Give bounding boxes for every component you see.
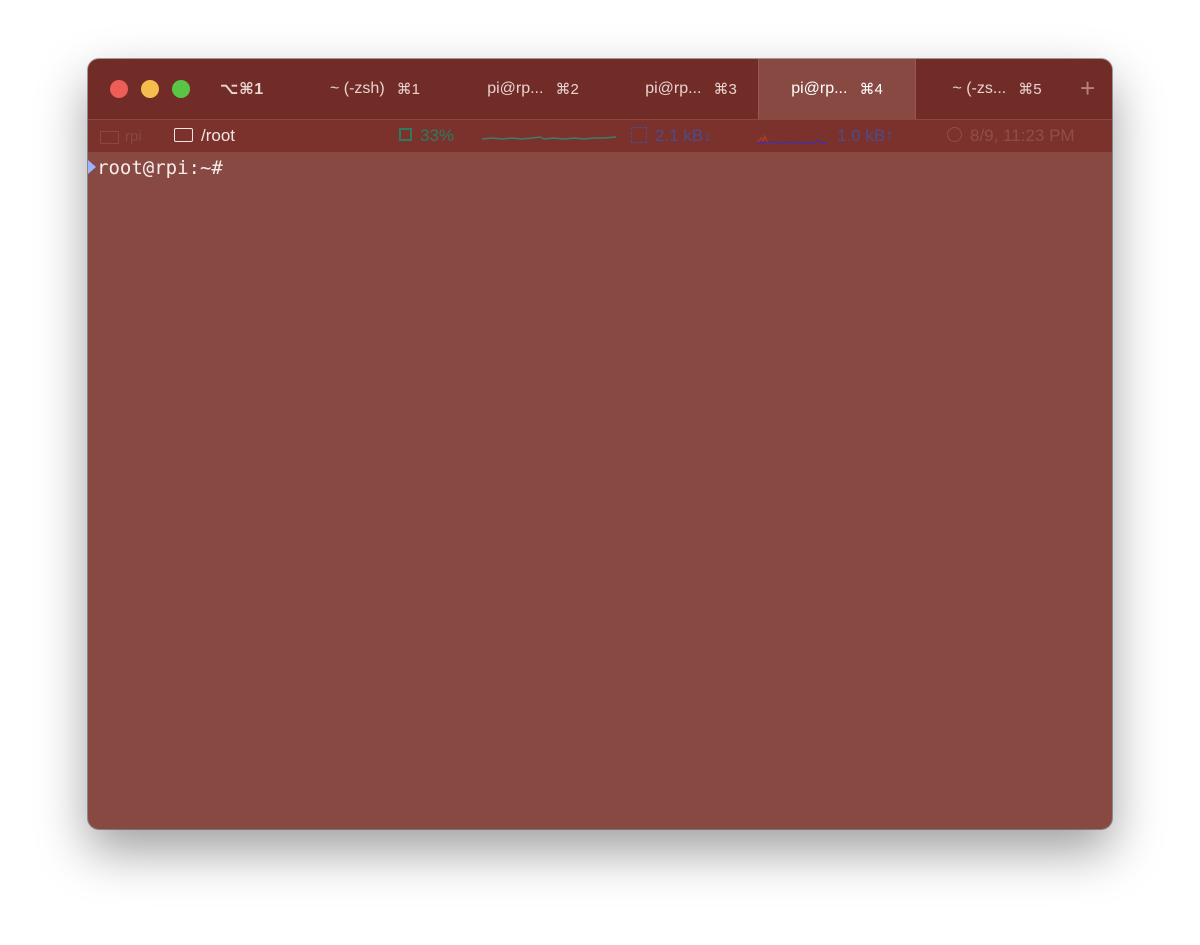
status-directory[interactable]: /root xyxy=(174,126,235,146)
clock-icon xyxy=(947,127,962,143)
tab-title: pi@rp... xyxy=(791,80,848,97)
window-shortcut-label: ⌥⌘1 xyxy=(220,81,264,98)
status-network-down: 2.1 kB↓ xyxy=(631,126,712,146)
title-bar: ⌥⌘1 ~ (-zsh) ⌘1 pi@rp... ⌘2 pi@rp... ⌘3 … xyxy=(88,59,1112,119)
folder-icon xyxy=(174,127,193,142)
tab-shortcut: ⌘1 xyxy=(396,81,420,98)
directory-label: /root xyxy=(201,126,236,145)
prompt-mark-icon xyxy=(88,159,96,174)
prompt: root@rpi:~# xyxy=(97,157,223,179)
status-clock: 8/9, 11:23 PM xyxy=(947,126,1075,146)
status-bar: rpi /root 33% 2.1 kB↓ 1.0 kB↑ 8/9, 11:23… xyxy=(88,119,1112,152)
tab-title: ~ (-zs... xyxy=(952,80,1007,97)
tab-5[interactable]: ~ (-zs... ⌘5 xyxy=(918,59,1076,119)
tab-title: pi@rp... xyxy=(487,80,544,97)
tab-shortcut: ⌘3 xyxy=(713,81,737,98)
tab-title: pi@rp... xyxy=(645,80,702,97)
zoom-window-button[interactable] xyxy=(172,80,190,98)
network-sparkline xyxy=(757,134,827,144)
cpu-sparkline xyxy=(482,136,616,140)
host-label: rpi xyxy=(125,128,142,145)
tab-2[interactable]: pi@rp... ⌘2 xyxy=(454,59,612,119)
terminal-output[interactable]: root@rpi:~# xyxy=(88,157,223,179)
tab-3[interactable]: pi@rp... ⌘3 xyxy=(612,59,770,119)
clock-label: 8/9, 11:23 PM xyxy=(970,126,1075,145)
tab-shortcut: ⌘5 xyxy=(1018,81,1042,98)
status-network-up: 1.0 kB↑ xyxy=(837,126,894,145)
close-window-button[interactable] xyxy=(110,80,128,98)
cpu-chip-icon xyxy=(399,128,412,142)
terminal-window: ⌥⌘1 ~ (-zsh) ⌘1 pi@rp... ⌘2 pi@rp... ⌘3 … xyxy=(88,59,1112,829)
new-tab-button[interactable]: + xyxy=(1080,73,1095,104)
status-cpu: 33% xyxy=(399,126,454,146)
tab-shortcut: ⌘2 xyxy=(555,81,579,98)
tab-shortcut: ⌘4 xyxy=(859,81,883,98)
tab-title: ~ (-zsh) xyxy=(329,80,385,97)
host-icon xyxy=(100,130,119,144)
minimize-window-button[interactable] xyxy=(141,80,159,98)
cpu-label: 33% xyxy=(420,126,455,145)
tab-4-active[interactable]: pi@rp... ⌘4 xyxy=(758,59,916,119)
status-host: rpi xyxy=(100,128,142,145)
tab-1[interactable]: ~ (-zsh) ⌘1 xyxy=(296,59,454,119)
network-down-label: 2.1 kB↓ xyxy=(655,126,712,145)
network-icon xyxy=(631,126,647,143)
